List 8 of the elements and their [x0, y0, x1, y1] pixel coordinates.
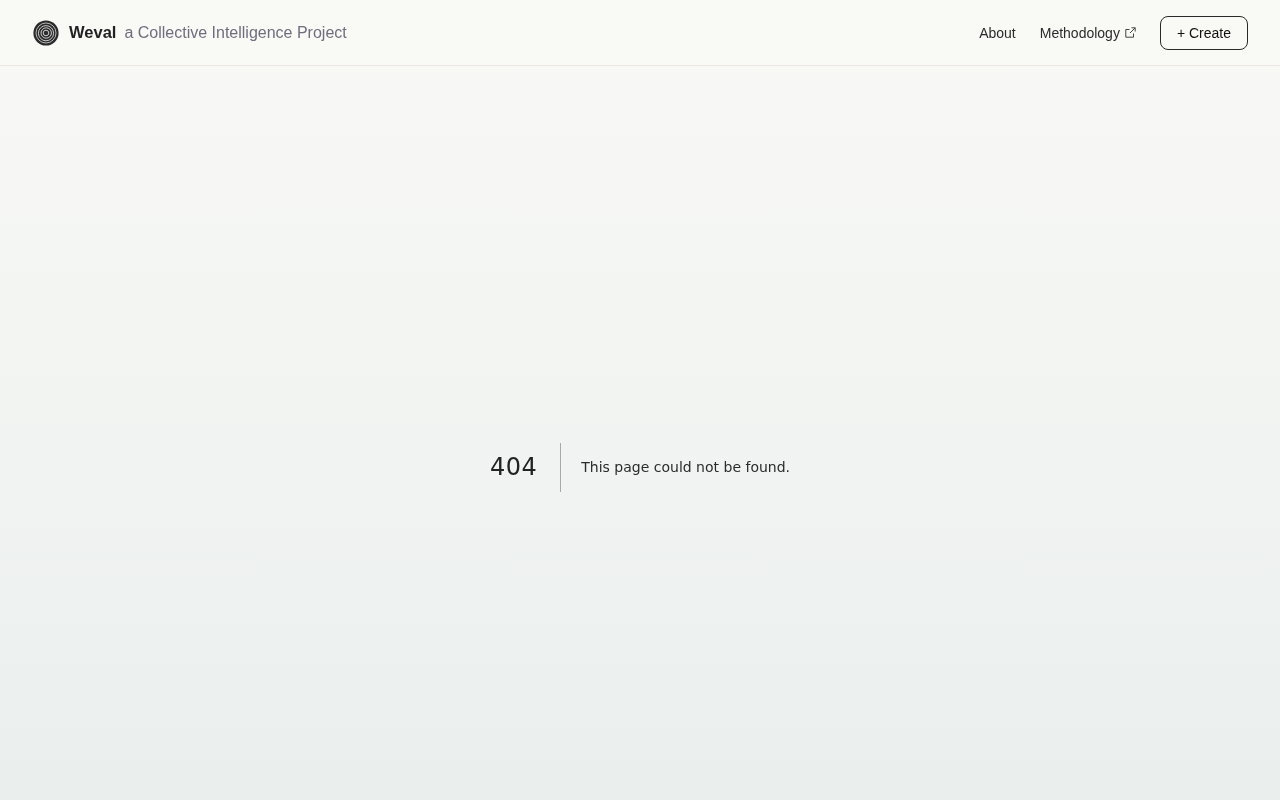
tagline: a Collective Intelligence Project [124, 23, 347, 42]
error-code: 404 [489, 442, 562, 492]
create-button[interactable]: + Create [1159, 15, 1248, 50]
nav-link[interactable]: Methodology [1039, 24, 1136, 41]
nav-link[interactable]: About [979, 24, 1016, 41]
logo-icon [33, 19, 59, 46]
brand-name[interactable]: Weval [69, 23, 117, 42]
error-message: This page could not be found. [581, 457, 791, 477]
